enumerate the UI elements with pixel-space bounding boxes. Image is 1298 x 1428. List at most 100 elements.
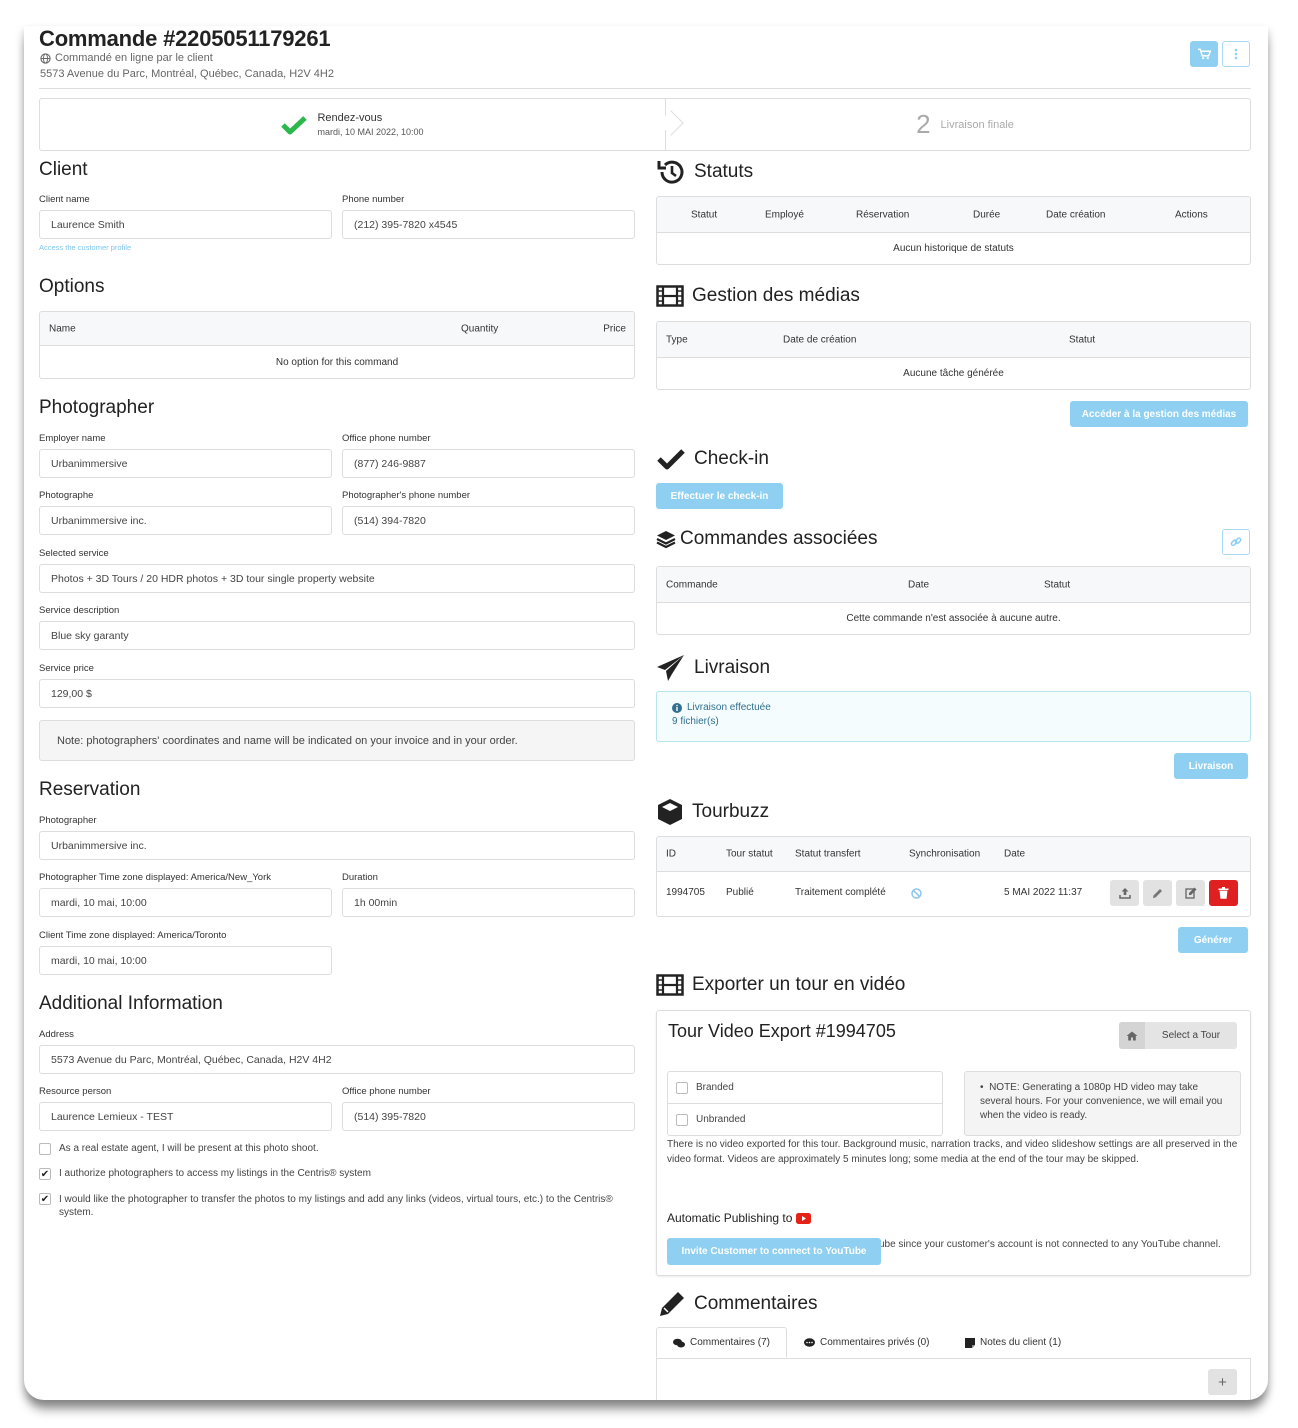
option-label: Branded — [696, 1082, 734, 1093]
step-number: 2 — [916, 109, 931, 139]
edit-button[interactable] — [1143, 880, 1172, 906]
address-label: Address — [39, 1029, 74, 1040]
tourbuzz-table: ID Tour statut Statut transfert Synchron… — [656, 836, 1251, 917]
employer-label: Employer name — [39, 433, 106, 444]
client-datetime-field[interactable]: mardi, 10 mai, 10:00 — [39, 946, 332, 975]
history-icon — [657, 160, 684, 184]
tab-notes-du-client[interactable]: Notes du client (1) — [965, 1327, 1061, 1358]
comments-heading: Commentaires — [656, 1290, 818, 1318]
employer-field[interactable]: Urbanimmersive — [39, 449, 332, 478]
tab-label: Commentaires (7) — [689, 1337, 771, 1348]
pencil-icon — [1153, 888, 1162, 898]
more-options-button[interactable] — [1222, 41, 1250, 67]
branded-checkbox[interactable] — [676, 1081, 688, 1094]
tab-commentaires[interactable]: Commentaires (7) — [656, 1327, 787, 1358]
generate-button[interactable]: Générer — [1178, 927, 1248, 953]
unbranded-checkbox[interactable] — [676, 1113, 688, 1126]
client-name-label: Client name — [39, 194, 90, 205]
media-management-button[interactable]: Accéder à la gestion des médias — [1070, 401, 1248, 427]
paper-plane-icon — [657, 655, 684, 681]
order-address: 5573 Avenue du Parc, Montréal, Québec, C… — [40, 68, 334, 80]
transfer-photos-checkbox-row[interactable]: ✔ I would like the photographer to trans… — [39, 1193, 635, 1219]
office-phone-field[interactable]: (877) 246-9887 — [342, 449, 635, 478]
medias-heading: Gestion des médias — [656, 285, 860, 307]
cart-icon — [1197, 48, 1211, 60]
home-icon — [1126, 1031, 1138, 1040]
transfer-photos-checkbox[interactable]: ✔ — [39, 1193, 51, 1205]
client-timezone-label: Client Time zone displayed: America/Toro… — [39, 930, 227, 941]
unbranded-option[interactable]: Unbranded — [668, 1104, 942, 1135]
select-tour-button[interactable]: Select a Tour — [1119, 1022, 1237, 1049]
resource-person-field[interactable]: Laurence Lemieux - TEST — [39, 1102, 332, 1131]
branded-option[interactable]: Branded — [668, 1072, 942, 1104]
livraison-button[interactable]: Livraison — [1174, 753, 1248, 779]
authorize-access-checkbox-row[interactable]: ✔ I authorize photographers to access my… — [39, 1168, 635, 1180]
tour-id: 1994705 — [666, 887, 705, 898]
service-field[interactable]: Photos + 3D Tours / 20 HDR photos + 3D t… — [39, 564, 635, 593]
photographer-datetime-field[interactable]: mardi, 10 mai, 10:00 — [39, 888, 332, 917]
column-header: Synchronisation — [909, 848, 981, 860]
service-price-field[interactable]: 129,00 $ — [39, 679, 635, 708]
tab-commentaires-prives[interactable]: Commentaires privés (0) — [804, 1327, 929, 1358]
client-name-field[interactable]: Laurence Smith — [39, 210, 332, 239]
duration-field[interactable]: 1h 00min — [342, 888, 635, 917]
section-title: Commandes associées — [680, 528, 878, 549]
layers-icon — [656, 531, 676, 549]
invite-youtube-button[interactable]: Invite Customer to connect to YouTube — [667, 1238, 881, 1265]
select-tour-label: Select a Tour — [1161, 1030, 1221, 1041]
delete-button[interactable] — [1209, 880, 1238, 906]
order-source: Commandé en ligne par le client — [40, 52, 213, 64]
table-header: ID Tour statut Statut transfert Synchron… — [657, 837, 1250, 872]
customer-profile-link[interactable]: Access the customer profile — [39, 243, 131, 252]
section-title: Gestion des médias — [692, 285, 860, 306]
livraison-heading: Livraison — [656, 654, 770, 682]
client-phone-field[interactable]: (212) 395-7820 x4545 — [342, 210, 635, 239]
column-header: Type — [666, 334, 688, 345]
address-field[interactable]: 5573 Avenue du Parc, Montréal, Québec, C… — [39, 1045, 635, 1074]
step-date: mardi, 10 MAI 2022, 10:00 — [317, 127, 424, 137]
checkmark-icon — [657, 449, 685, 470]
empty-row: Cette commande n'est associée à aucune a… — [846, 613, 1061, 624]
cart-button[interactable] — [1190, 41, 1218, 67]
cube-icon — [658, 799, 682, 825]
column-header: Réservation — [856, 209, 910, 220]
authorize-access-checkbox[interactable]: ✔ — [39, 1168, 51, 1180]
photographer-heading: Photographer — [39, 397, 155, 418]
upload-button[interactable] — [1110, 880, 1139, 906]
delivery-status: Livraison effectuée — [672, 702, 1235, 713]
transfer-status: Traitement complété — [795, 887, 886, 898]
reservation-photographer-field[interactable]: Urbanimmersive inc. — [39, 831, 635, 860]
photographer-phone-field[interactable]: (514) 394-7820 — [342, 506, 635, 535]
section-title: Commentaires — [694, 1293, 818, 1314]
table-header: Commande Date Statut — [657, 567, 1250, 603]
step-rendez-vous[interactable]: Rendez-vous mardi, 10 MAI 2022, 10:00 — [40, 99, 666, 150]
tab-label: Notes du client (1) — [980, 1337, 1062, 1348]
home-icon-wrap — [1119, 1022, 1145, 1049]
service-description-label: Service description — [39, 605, 120, 616]
column-header: Statut transfert — [795, 848, 861, 860]
delivery-files-count: 9 fichier(s) — [672, 716, 719, 727]
empty-row: No option for this command — [275, 356, 399, 368]
service-description-field[interactable]: Blue sky garanty — [39, 621, 635, 650]
column-header: Date — [1004, 848, 1026, 860]
agent-present-checkbox-row[interactable]: As a real estate agent, I will be presen… — [39, 1143, 635, 1155]
agent-present-checkbox[interactable] — [39, 1143, 51, 1155]
auto-publishing-heading: Automatic Publishing to — [667, 1211, 812, 1225]
additional-office-phone-field[interactable]: (514) 395-7820 — [342, 1102, 635, 1131]
photographer-timezone-label: Photographer Time zone displayed: Americ… — [39, 872, 271, 883]
tourbuzz-heading: Tourbuzz — [656, 798, 769, 826]
add-comment-button[interactable]: + — [1208, 1369, 1237, 1395]
checkin-button[interactable]: Effectuer le check-in — [656, 483, 783, 509]
link-order-button[interactable] — [1222, 529, 1250, 555]
tab-label: Commentaires privés (0) — [820, 1337, 930, 1348]
section-title: Tourbuzz — [692, 801, 770, 822]
table-header: Type Date de création Statut — [657, 322, 1250, 358]
resource-person-label: Resource person — [39, 1086, 112, 1097]
order-page: Commande #2205051179261 Commandé en lign… — [24, 26, 1268, 1400]
photographe-field[interactable]: Urbanimmersive inc. — [39, 506, 332, 535]
edit-details-button[interactable] — [1176, 880, 1205, 906]
check-icon — [281, 115, 308, 134]
note-text: NOTE: Generating a 1080p HD video may ta… — [980, 1082, 1223, 1121]
step-livraison-finale[interactable]: 2 Livraison finale — [680, 99, 1250, 150]
comments-tabs: Commentaires (7) Commentaires privés (0)… — [656, 1327, 1251, 1359]
